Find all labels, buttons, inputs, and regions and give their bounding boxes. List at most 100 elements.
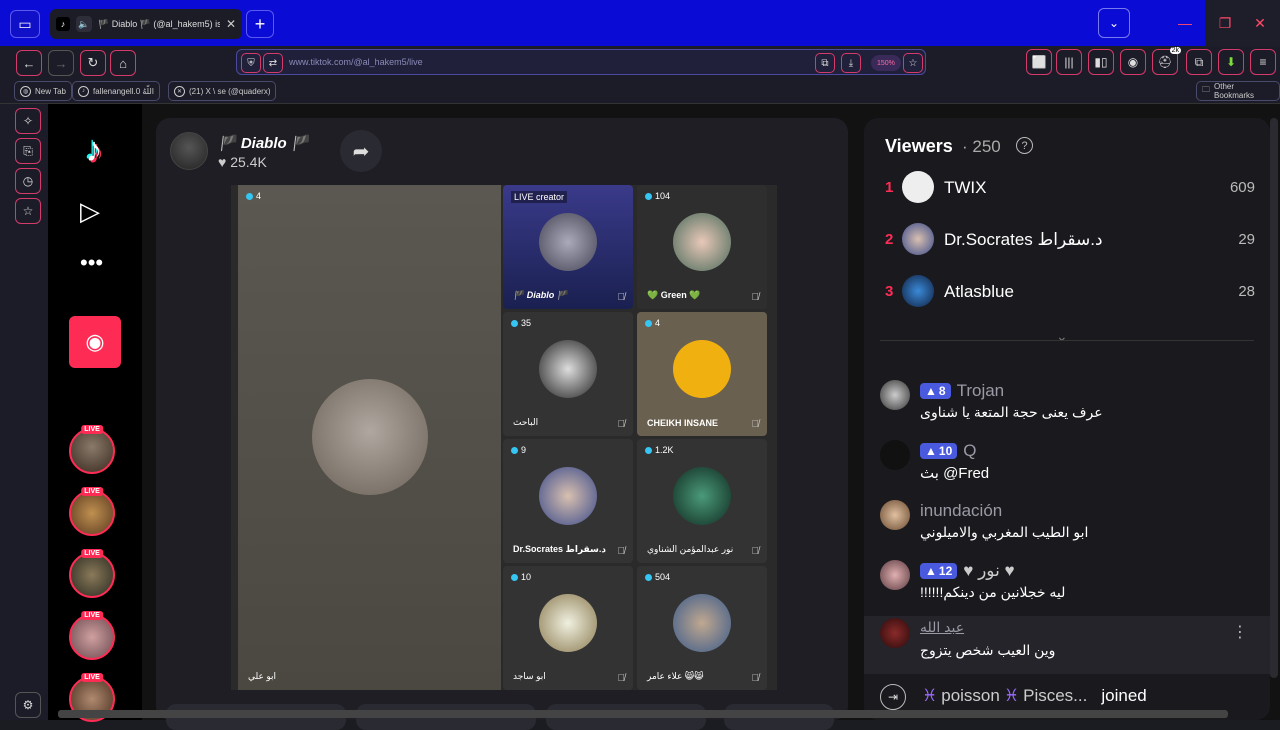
guest-name: ابو علي bbox=[248, 671, 277, 681]
bookmark-item[interactable]: ◍ New Tab bbox=[14, 81, 72, 101]
tiktok-icon: ♪ bbox=[78, 85, 89, 97]
shield-icon[interactable]: ⛨ bbox=[241, 53, 261, 73]
guest-count: 504 bbox=[655, 572, 671, 582]
share-arrow-icon[interactable]: ➦ bbox=[340, 130, 382, 172]
muted-mic-icon: 🎙̸ bbox=[617, 292, 626, 303]
address-bar[interactable]: ⛨ ⇄ www.tiktok.com/@al_hakem5/live ⧉ ⤓ 1… bbox=[236, 49, 926, 75]
viewer-dot-icon bbox=[511, 573, 518, 581]
back-arrow-icon[interactable]: ← bbox=[16, 50, 42, 76]
vertical-scrollbar[interactable] bbox=[1270, 118, 1278, 678]
browser-tab-bar: ▭ ♪ 🔈 🏴 Diablo 🏴 (@al_hakem5) is LIVE ✕ … bbox=[0, 0, 1280, 46]
live-avatar[interactable]: LIVE bbox=[69, 549, 115, 598]
live-badge: LIVE bbox=[81, 425, 103, 434]
history-icon[interactable]: ◷ bbox=[15, 168, 41, 194]
save-icon[interactable]: ⎘ bbox=[15, 138, 41, 164]
guest-cell[interactable]: 10 ابو ساجد 🎙̸ bbox=[503, 566, 633, 690]
guest-count: 10 bbox=[521, 572, 532, 582]
host-name[interactable]: 🏴 Diablo 🏴 bbox=[218, 134, 310, 152]
url-text[interactable]: www.tiktok.com/@al_hakem5/live bbox=[289, 57, 423, 67]
home-icon[interactable]: ⌂ bbox=[110, 50, 136, 76]
zoom-level[interactable]: 150% bbox=[871, 55, 901, 71]
bookmark-item[interactable]: ♪ fallenangell.0 اللّهُ bbox=[72, 81, 160, 101]
live-avatar[interactable]: LIVE bbox=[69, 611, 115, 660]
live-avatar[interactable]: LIVE bbox=[69, 425, 115, 474]
new-tab-button[interactable]: + bbox=[246, 10, 274, 38]
site-settings-icon[interactable]: ⇄ bbox=[263, 53, 283, 73]
speaker-icon[interactable]: 🔈 bbox=[76, 16, 92, 32]
guest-cell[interactable]: 504 علاء عامر 😸😸 🎙̸ bbox=[637, 566, 767, 690]
guest-count: 104 bbox=[655, 191, 671, 201]
guest-cell[interactable]: 35 الباحث 🎙̸ bbox=[503, 312, 633, 436]
chat-message[interactable]: ▲ 12 ♥ نور ♥ !!!!!!ليه خجلانين من دينكم bbox=[864, 558, 1270, 616]
help-question-icon[interactable]: ? bbox=[1016, 137, 1033, 154]
library-icon[interactable]: ||| bbox=[1056, 49, 1082, 75]
guest-name: الباحث bbox=[513, 417, 539, 427]
guest-cell[interactable]: 1.2K نور عبدالمؤمن الشناوي 🎙̸ bbox=[637, 439, 767, 563]
guest-name: ابو ساجد bbox=[513, 671, 546, 681]
download-page-icon[interactable]: ⤓ bbox=[841, 53, 861, 73]
muted-mic-icon: 🎙̸ bbox=[751, 673, 760, 684]
viewer-dot-icon bbox=[246, 192, 253, 200]
active-tab[interactable]: ♪ 🔈 🏴 Diablo 🏴 (@al_hakem5) is LIVE ✕ bbox=[50, 9, 242, 39]
extensions-puzzle-icon[interactable]: ⧉ bbox=[1186, 49, 1212, 75]
chat-message[interactable]: ▲ 10 Q بث @Fred bbox=[864, 438, 1270, 496]
more-vertical-icon[interactable]: ⋮ bbox=[1232, 622, 1248, 642]
horizontal-scrollbar[interactable] bbox=[58, 710, 1228, 718]
bookmark-item[interactable]: ✕ (21) X \ se (@quaderx) bbox=[168, 81, 277, 101]
level-badge: ▲ 8 bbox=[920, 383, 951, 399]
bookmark-star-icon[interactable]: ☆ bbox=[903, 53, 923, 73]
guest-cell[interactable]: 104 💚 Green 💚 🎙̸ bbox=[637, 185, 767, 309]
settings-gear-icon[interactable]: ⚙ bbox=[15, 692, 41, 718]
viewers-count: · 250 bbox=[962, 137, 1001, 156]
guest-cell[interactable]: LIVE creator 🏴 Diablo 🏴 🎙̸ bbox=[503, 185, 633, 309]
chat-message[interactable]: inundación ابو الطيب المغربي والاميلوني bbox=[864, 498, 1270, 556]
chat-message[interactable]: ▲ 8 Trojan عرف يعنى حجة المتعة يا شناوى bbox=[864, 378, 1270, 436]
chat-text: ابو الطيب المغربي والاميلوني bbox=[920, 524, 1089, 540]
top-viewer-row[interactable]: 3 Atlasblue 28 bbox=[885, 274, 1255, 308]
account-icon[interactable]: ◉ bbox=[1120, 49, 1146, 75]
guest-name: Dr.Socrates د.سقراط bbox=[513, 544, 607, 554]
chat-avatar bbox=[880, 440, 910, 470]
reload-icon[interactable]: ↻ bbox=[80, 50, 106, 76]
viewer-dot-icon bbox=[511, 446, 518, 454]
host-avatar[interactable] bbox=[170, 132, 208, 170]
maximize-icon[interactable]: ❐ bbox=[1205, 0, 1245, 46]
browser-sidebar: ✧ ⎘ ◷ ☆ ⚙ bbox=[0, 104, 48, 720]
explore-play-icon[interactable]: ▷ bbox=[80, 196, 100, 227]
chat-user[interactable]: عبد الله bbox=[920, 619, 964, 636]
level-badge: ▲ 10 bbox=[920, 443, 958, 459]
tab-list-chevron-icon[interactable]: ⌄ bbox=[1098, 8, 1130, 38]
guest-avatar bbox=[312, 379, 428, 495]
tab-overview-button[interactable]: ▭ bbox=[10, 10, 40, 38]
other-bookmarks[interactable]: 🗀 Other Bookmarks bbox=[1196, 81, 1280, 101]
main-guest-cell[interactable]: 4 ابو علي bbox=[238, 185, 501, 690]
chat-message[interactable]: عبد الله وين العيب شخص يتزوج ⋮ bbox=[864, 616, 1270, 674]
bookmarks-star-icon[interactable]: ☆ bbox=[15, 198, 41, 224]
minimize-icon[interactable]: — bbox=[1165, 0, 1205, 46]
extension-icon[interactable]: ⬜ bbox=[1026, 49, 1052, 75]
guest-cell[interactable]: 4 CHEIKH INSANE 🎙̸ bbox=[637, 312, 767, 436]
viewer-dot-icon bbox=[511, 319, 518, 327]
forward-arrow-icon[interactable]: → bbox=[48, 50, 74, 76]
guest-cell[interactable]: 9 Dr.Socrates د.سقراط 🎙̸ bbox=[503, 439, 633, 563]
more-dots-icon[interactable]: ••• bbox=[80, 250, 103, 276]
menu-icon[interactable]: ≡ bbox=[1250, 49, 1276, 75]
chat-avatar bbox=[880, 560, 910, 590]
top-viewer-row[interactable]: 1 TWIX 609 bbox=[885, 170, 1255, 204]
top-viewer-row[interactable]: 2 Dr.Socrates د.سقراط 29 bbox=[885, 222, 1255, 256]
window-close-icon[interactable]: ✕ bbox=[1240, 0, 1280, 46]
tiktok-logo-icon[interactable]: ♪ bbox=[76, 130, 112, 170]
live-creator-tag: LIVE creator bbox=[511, 191, 568, 203]
expand-chevron-icon[interactable]: ⌄ bbox=[1056, 328, 1068, 345]
chat-text: بث @Fred bbox=[920, 465, 990, 482]
sidebar-toggle-icon[interactable]: ▮▯ bbox=[1088, 49, 1114, 75]
guest-avatar bbox=[673, 340, 731, 398]
ai-sparkle-icon[interactable]: ✧ bbox=[15, 108, 41, 134]
download-icon[interactable]: ⬇ bbox=[1218, 49, 1244, 75]
live-button-icon[interactable]: ◉ bbox=[69, 316, 121, 368]
close-icon[interactable]: ✕ bbox=[226, 17, 236, 31]
picture-in-picture-icon[interactable]: ⧉ bbox=[815, 53, 835, 73]
live-avatar[interactable]: LIVE bbox=[69, 487, 115, 536]
chat-avatar bbox=[880, 380, 910, 410]
adblock-extension-icon[interactable]: ⛑ 2k bbox=[1152, 47, 1181, 75]
